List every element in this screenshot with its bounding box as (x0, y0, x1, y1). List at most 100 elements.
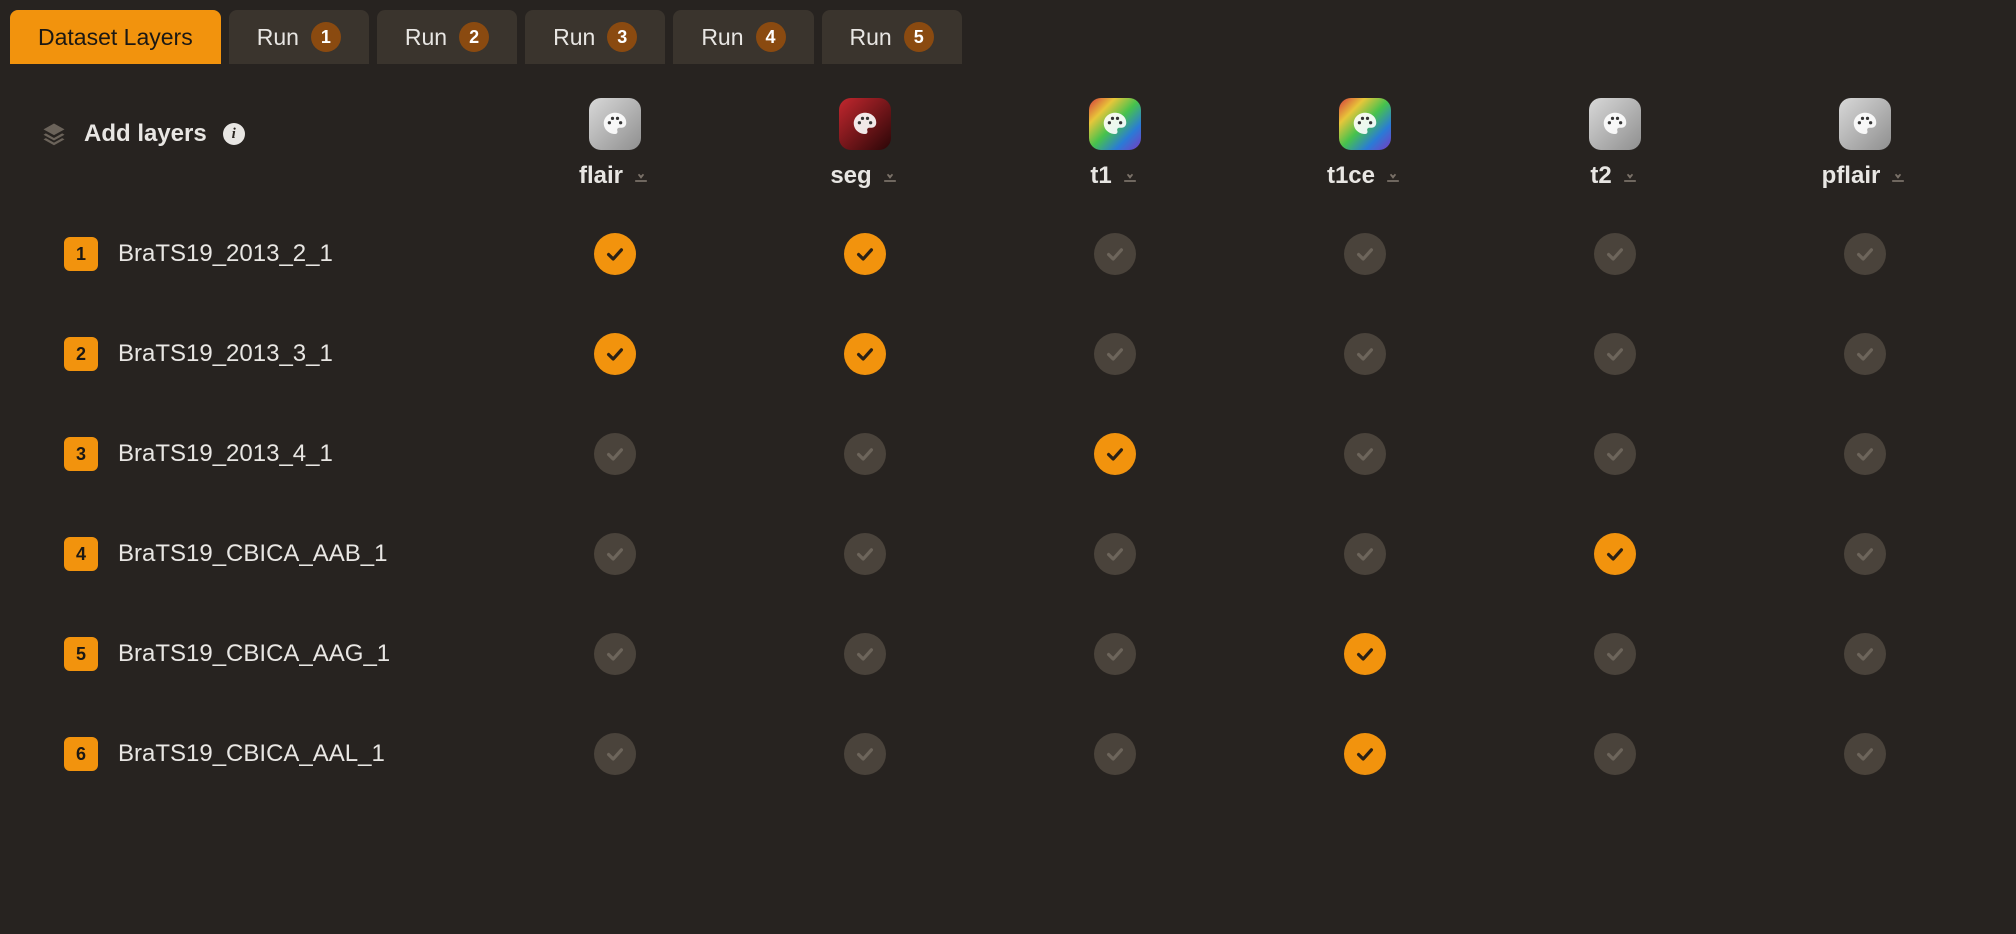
column-label[interactable]: t2 (1590, 162, 1639, 190)
row-number-badge: 6 (64, 737, 98, 771)
cell (1490, 304, 1740, 404)
cell (740, 704, 990, 804)
column-label[interactable]: seg (830, 162, 899, 190)
layer-toggle[interactable] (1844, 433, 1886, 475)
layer-toggle[interactable] (1094, 433, 1136, 475)
palette-icon[interactable] (1339, 98, 1391, 150)
layers-grid: Add layers i flair seg t1 t1ce t2 pflair 1BraTS1… (0, 64, 2016, 804)
tab-label: Run (257, 24, 299, 51)
layer-toggle[interactable] (1594, 333, 1636, 375)
column-label[interactable]: flair (579, 162, 651, 190)
layer-toggle[interactable] (844, 433, 886, 475)
cell (1240, 204, 1490, 304)
layer-toggle[interactable] (1844, 533, 1886, 575)
layer-toggle[interactable] (1594, 433, 1636, 475)
tab-label: Run (553, 24, 595, 51)
layer-toggle[interactable] (594, 733, 636, 775)
cell (990, 404, 1240, 504)
row-name: BraTS19_CBICA_AAG_1 (118, 640, 390, 668)
download-icon[interactable] (631, 166, 651, 186)
layer-toggle[interactable] (844, 533, 886, 575)
layer-toggle[interactable] (1344, 533, 1386, 575)
cell (740, 604, 990, 704)
add-layers[interactable]: Add layers i (10, 64, 490, 204)
cell (1240, 504, 1490, 604)
layer-toggle[interactable] (594, 233, 636, 275)
layer-toggle[interactable] (1344, 233, 1386, 275)
layer-toggle[interactable] (1094, 533, 1136, 575)
row-label[interactable]: 1BraTS19_2013_2_1 (10, 204, 490, 304)
column-label[interactable]: t1ce (1327, 162, 1403, 190)
layer-toggle[interactable] (1344, 633, 1386, 675)
row-label[interactable]: 3BraTS19_2013_4_1 (10, 404, 490, 504)
column-header-t1: t1 (990, 64, 1240, 204)
layer-toggle[interactable] (1594, 633, 1636, 675)
layer-toggle[interactable] (594, 533, 636, 575)
cell (740, 504, 990, 604)
add-layers-label: Add layers (84, 120, 207, 148)
cell (740, 204, 990, 304)
tab-run[interactable]: Run2 (377, 10, 517, 64)
tabs-bar: Dataset Layers Run1Run2Run3Run4Run5 (0, 0, 2016, 64)
tab-run[interactable]: Run1 (229, 10, 369, 64)
cell (1740, 304, 1990, 404)
layer-toggle[interactable] (594, 633, 636, 675)
row-label[interactable]: 4BraTS19_CBICA_AAB_1 (10, 504, 490, 604)
column-label[interactable]: pflair (1822, 162, 1909, 190)
layer-toggle[interactable] (594, 333, 636, 375)
layer-toggle[interactable] (1094, 233, 1136, 275)
tab-dataset-layers[interactable]: Dataset Layers (10, 10, 221, 64)
cell (990, 704, 1240, 804)
download-icon[interactable] (1888, 166, 1908, 186)
layer-toggle[interactable] (1344, 433, 1386, 475)
palette-icon[interactable] (1839, 98, 1891, 150)
row-label[interactable]: 6 BraTS19_CBICA_AAL_1 (10, 704, 490, 804)
download-icon[interactable] (1383, 166, 1403, 186)
layer-toggle[interactable] (1344, 733, 1386, 775)
layer-toggle[interactable] (1844, 333, 1886, 375)
row-name: BraTS19_CBICA_AAL_1 (118, 740, 385, 768)
layer-toggle[interactable] (1844, 233, 1886, 275)
layers-icon (40, 120, 68, 148)
palette-icon[interactable] (839, 98, 891, 150)
info-icon[interactable]: i (223, 123, 245, 145)
tab-label: Dataset Layers (38, 24, 193, 51)
cell (1740, 504, 1990, 604)
layer-toggle[interactable] (1594, 233, 1636, 275)
cell (1240, 704, 1490, 804)
layer-toggle[interactable] (1094, 633, 1136, 675)
layer-toggle[interactable] (1844, 733, 1886, 775)
tab-label: Run (850, 24, 892, 51)
tab-run[interactable]: Run3 (525, 10, 665, 64)
layer-toggle[interactable] (1844, 633, 1886, 675)
layer-toggle[interactable] (1594, 533, 1636, 575)
cell (1490, 604, 1740, 704)
row-label[interactable]: 2BraTS19_2013_3_1 (10, 304, 490, 404)
layer-toggle[interactable] (594, 433, 636, 475)
palette-icon[interactable] (589, 98, 641, 150)
palette-icon[interactable] (1089, 98, 1141, 150)
layer-toggle[interactable] (1094, 333, 1136, 375)
tab-run[interactable]: Run5 (822, 10, 962, 64)
layer-toggle[interactable] (844, 233, 886, 275)
column-header-t2: t2 (1490, 64, 1740, 204)
layer-toggle[interactable] (1344, 333, 1386, 375)
row-label[interactable]: 5BraTS19_CBICA_AAG_1 (10, 604, 490, 704)
layer-toggle[interactable] (844, 733, 886, 775)
tab-label: Run (405, 24, 447, 51)
download-icon[interactable] (1620, 166, 1640, 186)
column-header-flair: flair (490, 64, 740, 204)
layer-toggle[interactable] (844, 333, 886, 375)
cell (1490, 704, 1740, 804)
layer-toggle[interactable] (1094, 733, 1136, 775)
column-label[interactable]: t1 (1090, 162, 1139, 190)
palette-icon[interactable] (1589, 98, 1641, 150)
download-icon[interactable] (1120, 166, 1140, 186)
cell (1240, 604, 1490, 704)
download-icon[interactable] (880, 166, 900, 186)
cell (1240, 404, 1490, 504)
column-label-text: seg (830, 162, 871, 190)
layer-toggle[interactable] (844, 633, 886, 675)
tab-run[interactable]: Run4 (673, 10, 813, 64)
layer-toggle[interactable] (1594, 733, 1636, 775)
